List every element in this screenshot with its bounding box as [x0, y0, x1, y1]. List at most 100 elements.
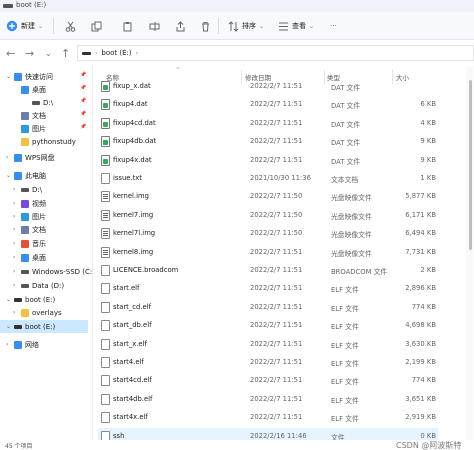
expand-chevron-icon[interactable]: ›	[13, 309, 18, 316]
file-size: 4 KB	[420, 118, 436, 127]
expand-chevron-icon[interactable]: ⌄	[6, 296, 11, 303]
file-size: 3,651 KB	[405, 394, 436, 403]
file-row[interactable]: issue.txt 2021/10/30 11:36 文本文档 1 KB	[98, 170, 438, 188]
sidebar-item[interactable]: › overlays	[13, 306, 62, 319]
rename-button[interactable]	[149, 16, 160, 36]
file-date: 2022/2/7 11:51	[250, 358, 303, 366]
file-row[interactable]: start4.elf 2022/2/7 11:51 ELF 文件 2,199 KB	[98, 354, 438, 372]
forward-arrow-icon[interactable]: →	[25, 47, 34, 60]
dat-file-icon	[101, 81, 110, 92]
new-button[interactable]: 新建 ⌄	[6, 16, 43, 36]
file-type: BROADCOM 文件	[331, 268, 388, 276]
file-row[interactable]: kernel7l.img 2022/2/7 11:50 光盘映像文件 6,494 KB	[98, 225, 438, 243]
sidebar-item[interactable]: › 网络	[6, 338, 39, 351]
file-row[interactable]: kernel8.img 2022/2/7 11:51 光盘映像文件 7,731 KB	[98, 244, 438, 262]
file-row[interactable]: start_db.elf 2022/2/7 11:51 ELF 文件 4,698 KB	[98, 317, 438, 335]
sidebar-item[interactable]: › 图片	[13, 210, 46, 223]
file-name: fixup4db.dat	[113, 137, 157, 146]
view-icon	[279, 22, 288, 30]
more-button[interactable]: ···	[330, 16, 337, 36]
address-bar[interactable]: › boot (E:) ›	[77, 45, 474, 61]
file-row[interactable]: fixup4.dat 2022/2/7 11:51 DAT 文件 6 KB	[98, 96, 438, 114]
drive-icon	[32, 101, 40, 105]
sidebar-item[interactable]: › 视频	[13, 197, 46, 210]
sidebar-item-label: Windows-SSD (C:)	[32, 267, 95, 276]
file-row[interactable]: fixup4x.dat 2022/2/7 11:51 DAT 文件 9 KB	[98, 152, 438, 170]
sidebar-item[interactable]: pythonstudy	[13, 135, 76, 148]
file-size: 6,171 KB	[405, 210, 436, 219]
sidebar-item[interactable]: D:\	[24, 96, 53, 109]
sidebar-item[interactable]: 文档	[13, 109, 46, 122]
sidebar-item[interactable]: › 文档	[13, 223, 46, 236]
file-type: DAT 文件	[331, 120, 361, 129]
file-name: start4x.elf	[113, 413, 148, 422]
expand-chevron-icon[interactable]: ›	[13, 268, 18, 275]
expand-chevron-icon[interactable]: ›	[13, 186, 18, 193]
file-name: kernel8.img	[113, 247, 154, 256]
file-row[interactable]: kernel7.img 2022/2/7 11:50 光盘映像文件 6,171 KB	[98, 207, 438, 225]
file-type: ELF 文件	[331, 415, 359, 424]
pin-icon: 📌	[80, 111, 87, 117]
sidebar-item[interactable]: ⌄ boot (E:)	[6, 293, 55, 306]
sidebar-item[interactable]: › 音乐	[13, 237, 46, 250]
clipboard-icon	[123, 21, 132, 31]
sidebar-item[interactable]: ⌄ boot (E:)	[0, 320, 88, 333]
share-button[interactable]	[175, 16, 186, 36]
view-button[interactable]: 查看 ⌄	[278, 16, 314, 36]
drive-icon	[21, 284, 29, 288]
expand-chevron-icon[interactable]: ›	[13, 254, 18, 261]
file-icon	[101, 283, 110, 295]
file-type: DAT 文件	[331, 84, 361, 92]
sidebar-item-label: 网络	[25, 340, 39, 349]
drive-icon	[3, 4, 13, 8]
expand-chevron-icon[interactable]: ⌄	[6, 323, 11, 330]
navigation-bar: ← → ⌄ ↑ › boot (E:) ›	[0, 40, 474, 66]
file-icon	[101, 357, 110, 368]
expand-chevron-icon[interactable]: ›	[13, 226, 18, 233]
sidebar-item[interactable]: › Data (D:)	[13, 279, 64, 292]
file-type: ELF 文件	[331, 378, 359, 387]
expand-chevron-icon[interactable]: ⌄	[6, 172, 11, 179]
sidebar-item[interactable]: › D:\	[13, 183, 42, 196]
sidebar-item[interactable]: › 桌面	[13, 251, 46, 264]
dat-file-icon	[101, 136, 110, 148]
sort-button[interactable]: 排序 ⌄	[228, 16, 264, 36]
expand-chevron-icon[interactable]: ›	[13, 200, 18, 207]
expand-chevron-icon[interactable]: ›	[6, 341, 11, 348]
file-type: ELF 文件	[331, 341, 359, 350]
file-row[interactable]: start.elf 2022/2/7 11:51 ELF 文件 2,896 KB	[98, 280, 438, 298]
copy-button[interactable]	[91, 16, 102, 36]
paste-button[interactable]	[122, 16, 133, 36]
file-row[interactable]: LICENCE.broadcom 2022/2/7 11:51 BROADCOM 文…	[98, 262, 438, 280]
back-arrow-icon[interactable]: ←	[6, 47, 15, 60]
file-row[interactable]: fixup_x.dat 2022/2/7 11:51 DAT 文件	[98, 78, 438, 96]
cut-button[interactable]	[65, 16, 76, 36]
folder-icon	[21, 308, 29, 317]
sidebar-item[interactable]: › WPS网盘	[6, 151, 55, 164]
file-row[interactable]: start4db.elf 2022/2/7 11:51 ELF 文件 3,651 KB	[98, 391, 438, 409]
file-row[interactable]: start4cd.elf 2022/2/7 11:51 ELF 文件 774 KB	[98, 372, 438, 390]
file-row[interactable]: fixup4cd.dat 2022/2/7 11:51 DAT 文件 4 KB	[98, 115, 438, 133]
up-arrow-icon[interactable]: ↑	[61, 47, 70, 60]
sidebar-item[interactable]: 桌面	[13, 83, 46, 96]
sidebar-item-label: 此电脑	[25, 171, 46, 180]
sidebar-item[interactable]: 图片	[13, 122, 46, 135]
expand-chevron-icon[interactable]: ›	[13, 282, 18, 289]
delete-button[interactable]	[200, 16, 211, 36]
file-row[interactable]: start4x.elf 2022/2/7 11:51 ELF 文件 2,919 KB	[98, 409, 438, 427]
sidebar-item[interactable]: › Windows-SSD (C:)	[13, 265, 95, 278]
sidebar-item[interactable]: ⌄ 快速访问	[6, 70, 53, 83]
expand-chevron-icon[interactable]: ›	[6, 154, 11, 161]
file-size: 2,199 KB	[405, 358, 436, 366]
sidebar-item[interactable]: ⌄ 此电脑	[6, 169, 46, 182]
cloud-icon	[14, 153, 22, 162]
expand-chevron-icon[interactable]: ›	[13, 240, 18, 247]
scrollbar-thumb[interactable]	[469, 80, 472, 250]
file-row[interactable]: start_cd.elf 2022/2/7 11:51 ELF 文件 774 KB	[98, 299, 438, 317]
file-row[interactable]: kernel.img 2022/2/7 11:50 光盘映像文件 5,877 KB	[98, 188, 438, 206]
expand-chevron-icon[interactable]: ›	[13, 213, 18, 220]
recent-chevron-icon[interactable]: ⌄	[45, 49, 52, 58]
file-row[interactable]: start_x.elf 2022/2/7 11:51 ELF 文件 3,630 KB	[98, 336, 438, 354]
file-row[interactable]: fixup4db.dat 2022/2/7 11:51 DAT 文件 9 KB	[98, 133, 438, 151]
expand-chevron-icon[interactable]: ⌄	[6, 73, 11, 80]
